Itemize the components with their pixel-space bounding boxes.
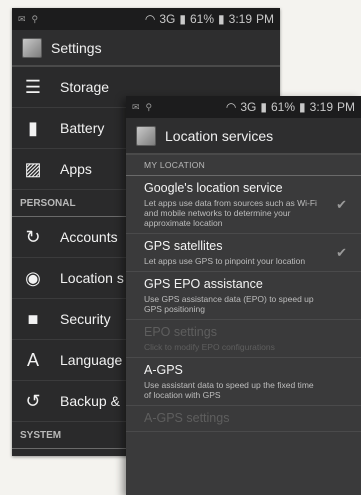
wifi-icon: ◠	[144, 12, 156, 26]
location-services-screen: ✉ ⚲ ◠ 3G ▮ 61% ▮ 3:19 PM Location servic…	[126, 96, 361, 495]
signal-icon: ▮	[260, 100, 267, 114]
page-title: Location services	[165, 127, 274, 144]
pref-gps-epo-assistance[interactable]: GPS EPO assistance Use GPS assistance da…	[126, 272, 361, 320]
network-type: 3G	[159, 12, 176, 26]
sync-icon: ↻	[25, 226, 41, 247]
lock-icon: ■	[27, 308, 39, 329]
clock: 3:19	[228, 12, 252, 26]
storage-icon: ☰	[24, 76, 42, 97]
pref-epo-settings[interactable]: EPO settings Click to modify EPO configu…	[126, 320, 361, 358]
action-bar[interactable]: Location services	[126, 118, 361, 155]
apps-icon: ▨	[24, 158, 42, 179]
battery-icon: ▮	[218, 12, 225, 26]
clock: 3:19	[309, 100, 333, 114]
page-title: Settings	[51, 39, 102, 56]
notification-icon: ✉	[18, 13, 26, 24]
clock-ampm: PM	[337, 100, 355, 114]
pref-google-location-service[interactable]: Google's location service Let apps use d…	[126, 176, 361, 234]
action-bar[interactable]: Settings	[12, 30, 280, 67]
status-bar: ✉ ⚲ ◠ 3G ▮ 61% ▮ 3:19 PM	[126, 96, 361, 118]
usb-icon: ⚲	[31, 13, 39, 24]
settings-app-icon	[22, 37, 42, 58]
network-type: 3G	[240, 100, 257, 114]
location-icon: ◉	[25, 267, 41, 288]
checkbox-checked-icon[interactable]: ✔	[336, 245, 347, 261]
notification-icon: ✉	[132, 101, 140, 112]
wifi-icon: ◠	[225, 100, 237, 114]
battery-icon: ▮	[299, 100, 306, 114]
battery-percent: 61%	[271, 100, 296, 114]
location-app-icon	[136, 125, 156, 146]
pref-gps-satellites[interactable]: GPS satellites Let apps use GPS to pinpo…	[126, 234, 361, 272]
pref-a-gps[interactable]: A-GPS Use assistant data to speed up the…	[126, 358, 361, 406]
language-icon: A	[26, 349, 39, 370]
battery-percent: 61%	[190, 12, 215, 26]
usb-icon: ⚲	[145, 101, 153, 112]
pref-a-gps-settings[interactable]: A-GPS settings	[126, 406, 361, 432]
signal-icon: ▮	[179, 12, 186, 26]
checkbox-checked-icon[interactable]: ✔	[336, 197, 347, 213]
battery-icon: ▮	[28, 117, 38, 138]
status-bar: ✉ ⚲ ◠ 3G ▮ 61% ▮ 3:19 PM	[12, 8, 280, 30]
clock-ampm: PM	[256, 12, 274, 26]
backup-icon: ↺	[25, 390, 41, 411]
section-header-my-location: MY LOCATION	[126, 155, 361, 176]
